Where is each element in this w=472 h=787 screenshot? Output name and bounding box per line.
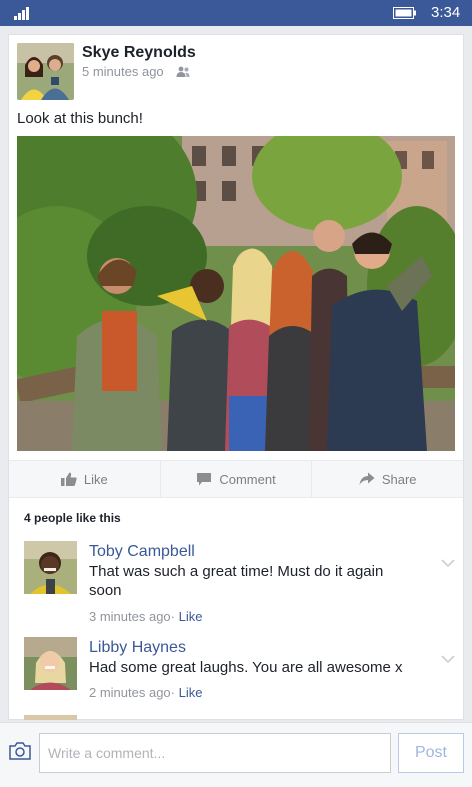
comment-like-link[interactable]: Like <box>179 685 203 700</box>
clock: 3:34 <box>431 4 461 21</box>
next-commenter-avatar <box>24 715 77 720</box>
comment-text: Had some great laughs. You are all aweso… <box>89 659 403 676</box>
commenter-avatar[interactable] <box>24 637 77 690</box>
comment-timestamp: 2 minutes ago <box>89 685 171 700</box>
friends-icon <box>176 66 190 77</box>
commenter-name[interactable]: Libby Haynes <box>89 639 186 657</box>
commenter-name[interactable]: Toby Campbell <box>89 543 195 561</box>
comment-meta: 3 minutes ago· Like <box>89 609 203 624</box>
comment-bubble-icon <box>197 473 212 486</box>
comment-input[interactable] <box>39 733 391 773</box>
thumbs-up-icon <box>60 472 77 486</box>
comment-button[interactable]: Comment <box>161 461 313 497</box>
share-arrow-icon <box>359 472 375 485</box>
share-button[interactable]: Share <box>312 461 463 497</box>
post-text: Look at this bunch! <box>17 110 143 127</box>
comment-meta: 2 minutes ago· Like <box>89 685 203 700</box>
chevron-down-icon[interactable] <box>441 559 455 568</box>
author-avatar[interactable] <box>17 43 74 100</box>
comment-composer: Post <box>0 722 472 787</box>
comment-text: That was such a great time! Must do it a… <box>89 563 384 599</box>
post-card: Skye Reynolds 5 minutes ago Look at this… <box>8 34 464 720</box>
camera-icon[interactable] <box>9 742 31 760</box>
commenter-avatar[interactable] <box>24 541 77 594</box>
share-label: Share <box>381 471 417 487</box>
status-bar: 3:34 <box>0 0 472 26</box>
battery-icon <box>393 7 416 19</box>
like-label: Like <box>83 471 108 487</box>
post-photo[interactable] <box>17 136 455 451</box>
comment-timestamp: 3 minutes ago <box>89 609 171 624</box>
comment-label: Comment <box>219 471 276 487</box>
comment-item: Toby Campbell That was such a great time… <box>9 541 463 626</box>
author-name[interactable]: Skye Reynolds <box>82 44 196 62</box>
like-button[interactable]: Like <box>9 461 161 497</box>
comment-like-link[interactable]: Like <box>179 609 203 624</box>
comment-item: Libby Haynes Had some great laughs. You … <box>9 637 463 707</box>
chevron-down-icon[interactable] <box>441 655 455 664</box>
post-timestamp: 5 minutes ago <box>82 64 164 79</box>
likes-summary[interactable]: 4 people like this <box>24 511 121 525</box>
post-actions-bar: Like Comment Share <box>9 460 463 498</box>
post-comment-button[interactable]: Post <box>398 733 464 773</box>
signal-bars-icon <box>14 7 29 20</box>
